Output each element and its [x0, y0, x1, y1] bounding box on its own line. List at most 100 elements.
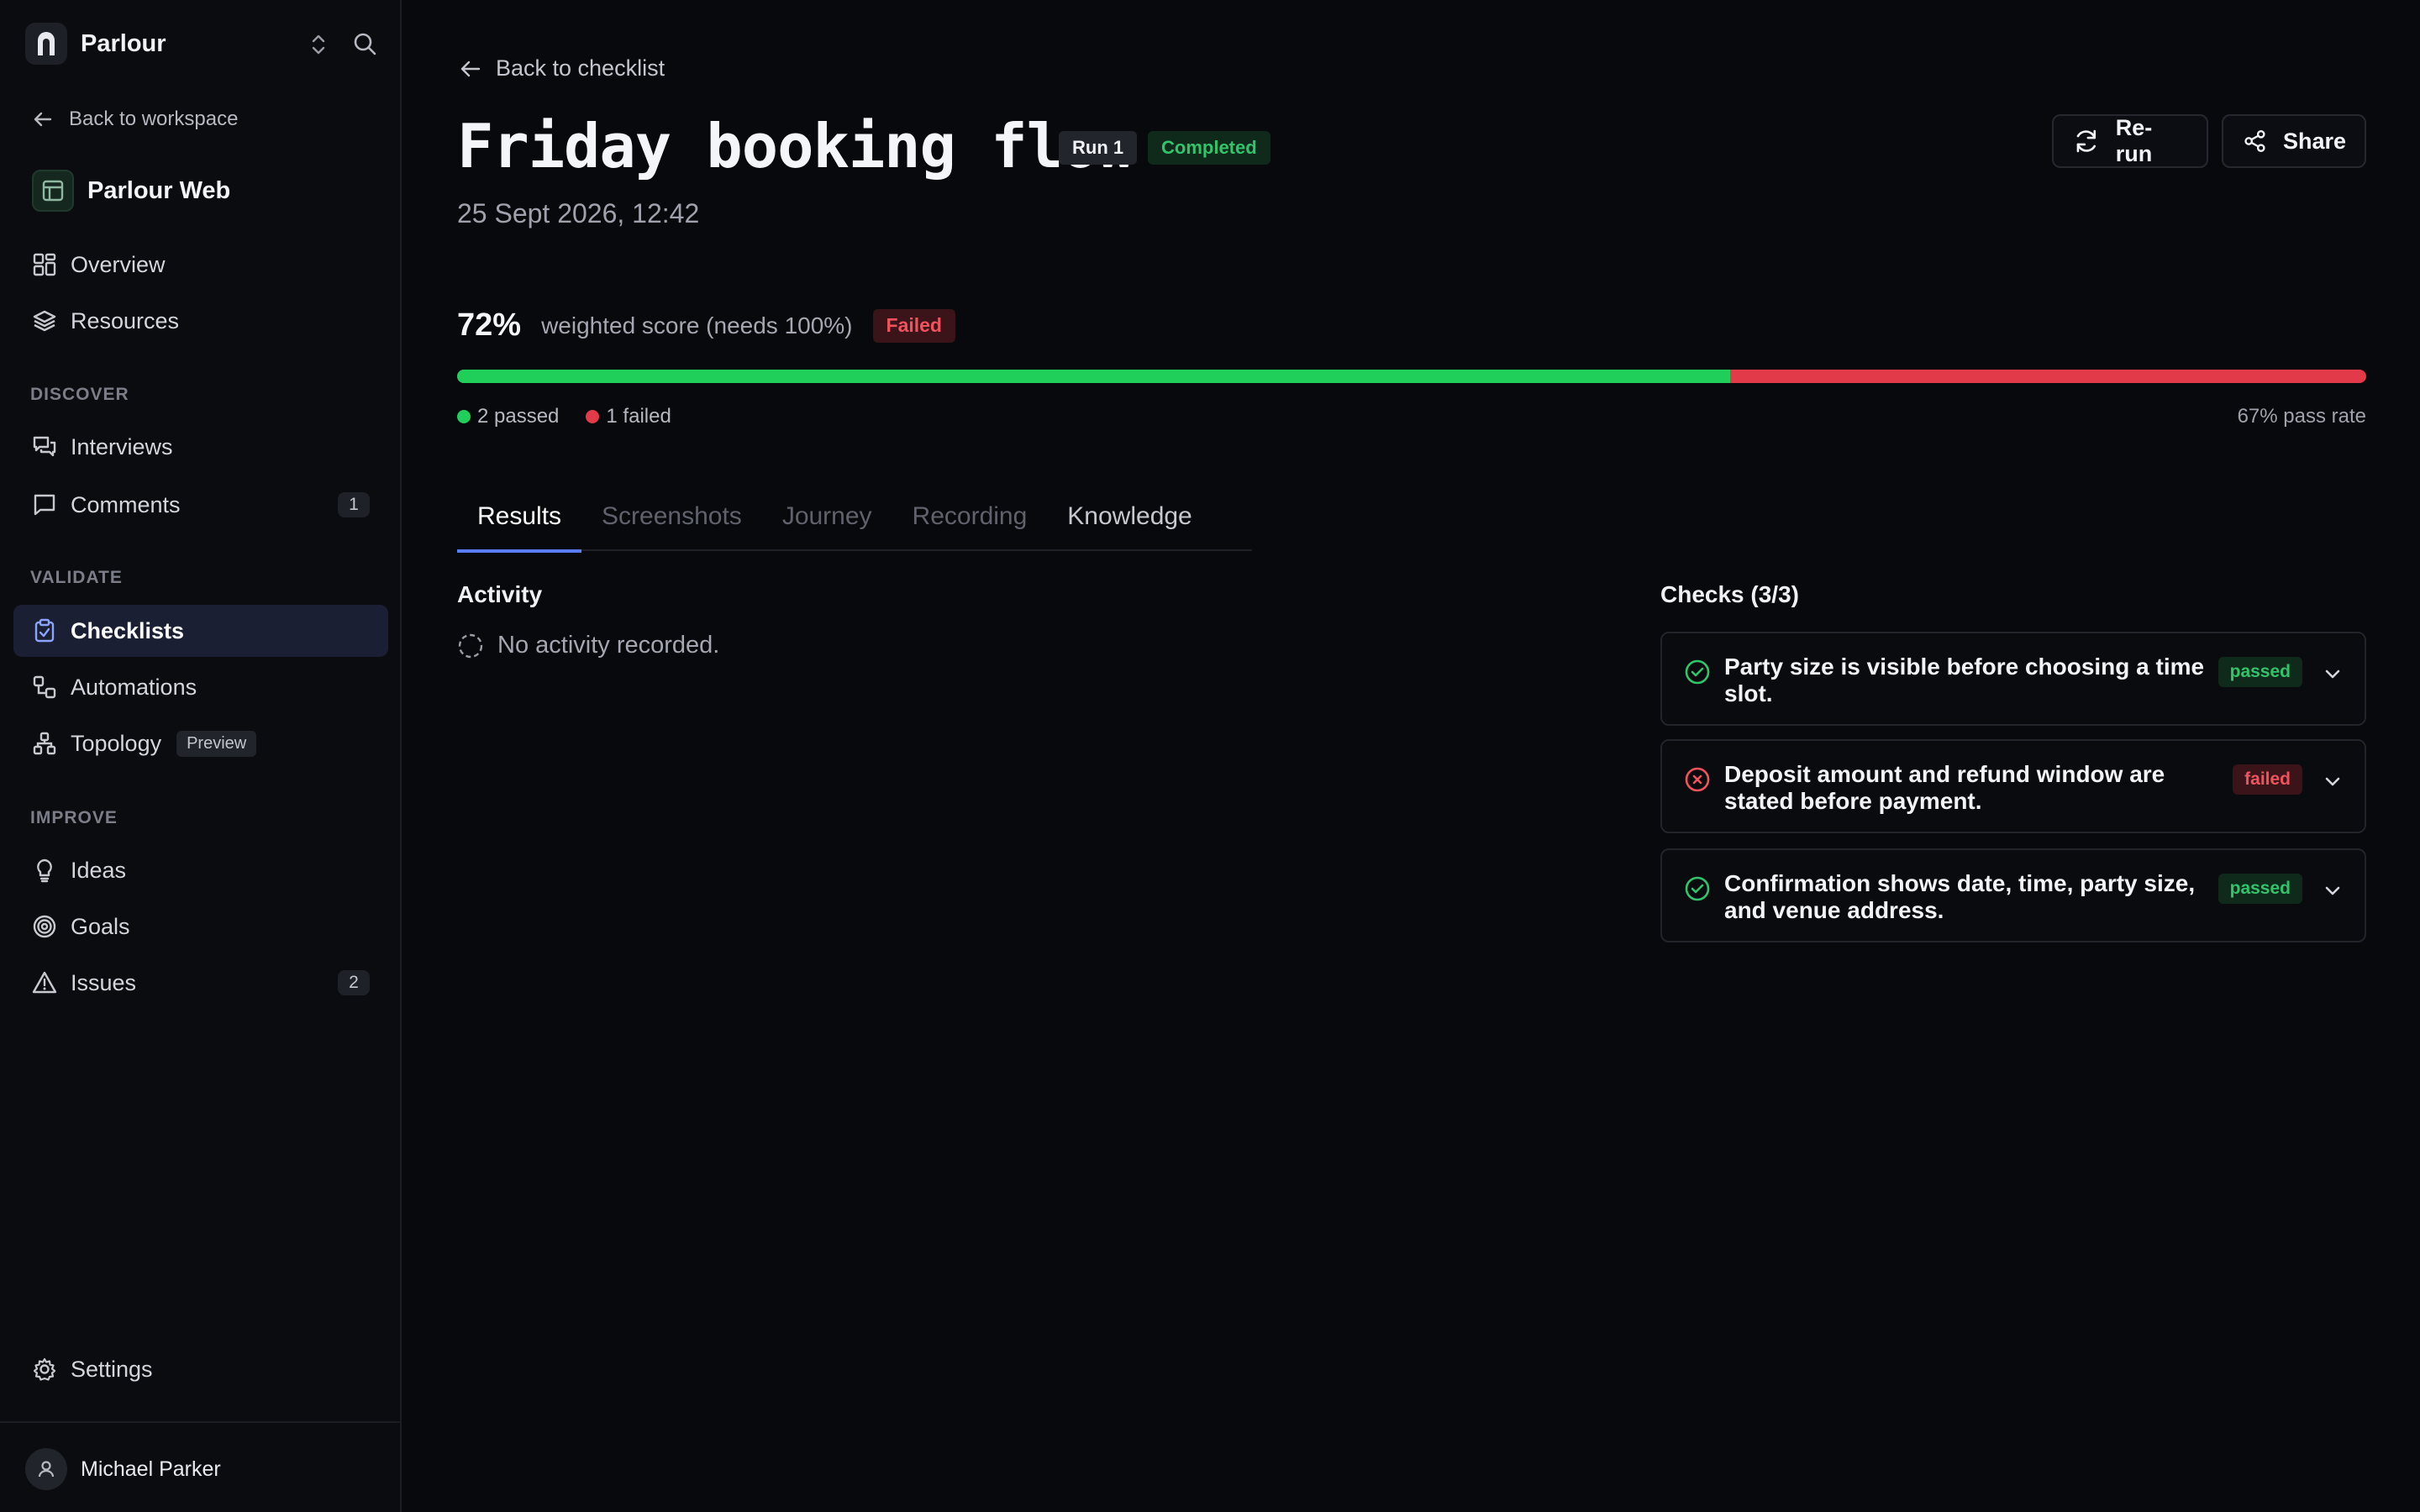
sidebar-item-interviews[interactable]: Interviews — [13, 421, 388, 473]
project-icon — [32, 170, 74, 212]
sidebar-item-resources[interactable]: Resources — [13, 295, 388, 347]
arrow-left-icon — [460, 60, 481, 76]
sidebar-item-label: Ideas — [71, 857, 127, 883]
score-status-badge: Failed — [872, 308, 955, 343]
failed-count: 1 failed — [606, 405, 671, 428]
result-tabs: Results Screenshots Journey Recording Kn… — [457, 492, 1252, 553]
score-description: weighted score (needs 100%) — [541, 312, 853, 339]
sidebar-item-topology[interactable]: Topology Preview — [13, 717, 388, 769]
rerun-button[interactable]: Re-run — [2052, 114, 2208, 168]
chevron-down-icon[interactable] — [2323, 880, 2343, 900]
rerun-label: Re-run — [2115, 115, 2153, 166]
topology-icon — [30, 729, 59, 758]
activity-empty-state: No activity recorded. — [457, 632, 719, 659]
check-text: Party size is visible before choosing a … — [1724, 654, 2205, 706]
issues-count-badge: 2 — [338, 970, 370, 995]
lightbulb-icon — [30, 856, 59, 885]
sidebar-item-label: Settings — [71, 1356, 153, 1382]
refresh-icon — [2076, 129, 2096, 153]
tab-recording[interactable]: Recording — [892, 492, 1048, 551]
back-to-checklist-link[interactable]: Back to checklist — [459, 55, 665, 81]
app-name: Parlour — [81, 29, 166, 57]
divider — [0, 1421, 402, 1423]
sidebar-item-label: Resources — [71, 307, 180, 333]
sidebar-item-label: Checklists — [71, 617, 185, 643]
passed-dot-icon — [457, 410, 471, 423]
chevron-up-down-icon[interactable] — [308, 32, 329, 57]
check-item[interactable]: Deposit amount and refund window are sta… — [1660, 739, 2366, 833]
target-icon — [30, 912, 59, 941]
search-icon[interactable] — [351, 30, 378, 57]
section-label-validate: VALIDATE — [30, 568, 123, 587]
x-circle-icon — [1684, 766, 1711, 793]
activity-empty-text: No activity recorded. — [497, 632, 720, 659]
user-menu[interactable]: Michael Parker — [25, 1448, 221, 1490]
failed-dot-icon — [586, 410, 600, 423]
comment-icon — [30, 491, 59, 519]
check-circle-icon — [1684, 659, 1711, 685]
share-button[interactable]: Share — [2222, 114, 2366, 168]
dashed-circle-icon — [458, 633, 483, 658]
progress-passed-fill — [457, 370, 1731, 383]
sidebar-item-overview[interactable]: Overview — [13, 239, 388, 291]
app-logo-icon — [25, 23, 67, 65]
sidebar-item-ideas[interactable]: Ideas — [13, 844, 388, 896]
project-name: Parlour Web — [87, 176, 231, 204]
checks-heading: Checks (3/3) — [1660, 581, 1799, 607]
tab-results[interactable]: Results — [457, 492, 582, 553]
check-item[interactable]: Confirmation shows date, time, party siz… — [1660, 848, 2366, 942]
project-header[interactable]: Parlour Web — [32, 170, 230, 212]
back-to-checklist-label: Back to checklist — [496, 55, 666, 81]
progress-legend: 2 passed 1 failed — [457, 405, 671, 428]
passed-count: 2 passed — [477, 405, 560, 428]
chevron-down-icon[interactable] — [2323, 771, 2343, 791]
chevron-down-icon[interactable] — [2323, 664, 2343, 684]
back-to-workspace-label: Back to workspace — [69, 108, 239, 130]
tab-journey[interactable]: Journey — [762, 492, 892, 551]
clipboard-check-icon — [30, 617, 59, 645]
sidebar-item-settings[interactable]: Settings — [13, 1343, 388, 1395]
sidebar-item-comments[interactable]: Comments 1 — [13, 479, 388, 531]
section-label-discover: DISCOVER — [30, 385, 129, 404]
score-summary: 72% weighted score (needs 100%) Failed — [457, 307, 955, 344]
comments-count-badge: 1 — [338, 492, 370, 517]
activity-heading: Activity — [457, 581, 543, 607]
check-text: Deposit amount and refund window are sta… — [1724, 761, 2165, 814]
sidebar-item-label: Automations — [71, 674, 197, 700]
gear-icon — [30, 1355, 59, 1383]
avatar — [25, 1448, 67, 1490]
workspace-switcher[interactable]: Parlour — [25, 23, 378, 65]
status-badge: Completed — [1148, 131, 1270, 165]
tab-knowledge[interactable]: Knowledge — [1047, 492, 1212, 551]
share-icon — [2244, 129, 2265, 153]
automation-icon — [30, 673, 59, 701]
score-percent: 72% — [457, 307, 522, 343]
sidebar-item-automations[interactable]: Automations — [13, 661, 388, 713]
pass-fail-progress-bar — [457, 370, 2366, 383]
check-text: Confirmation shows date, time, party siz… — [1724, 870, 2196, 923]
warning-icon — [30, 969, 59, 997]
chat-icon — [30, 433, 59, 461]
check-result-badge: passed — [2217, 874, 2302, 904]
grid-icon — [30, 250, 59, 279]
check-item[interactable]: Party size is visible before choosing a … — [1660, 632, 2366, 726]
back-to-workspace-link[interactable]: Back to workspace — [32, 108, 238, 131]
preview-badge: Preview — [176, 730, 257, 757]
pass-rate: 67% pass rate — [2237, 405, 2366, 428]
sidebar-item-goals[interactable]: Goals — [13, 900, 388, 953]
sidebar-item-label: Issues — [71, 969, 137, 995]
check-result-badge: passed — [2217, 657, 2302, 687]
sidebar-item-issues[interactable]: Issues 2 — [13, 957, 388, 1009]
sidebar: Parlour Back to workspace Parlour Web Ov… — [0, 0, 402, 1512]
page-title: Friday booking flow — [457, 111, 1134, 181]
arrow-left-icon — [34, 112, 52, 127]
user-icon — [38, 1461, 55, 1478]
sidebar-item-label: Overview — [71, 251, 166, 277]
sidebar-item-label: Comments — [71, 491, 181, 517]
tab-screenshots[interactable]: Screenshots — [581, 492, 762, 551]
run-badge: Run 1 — [1059, 131, 1138, 165]
sidebar-item-label: Interviews — [71, 433, 173, 459]
sidebar-item-checklists[interactable]: Checklists — [13, 605, 388, 657]
sidebar-item-label: Goals — [71, 913, 130, 939]
sidebar-item-label: Topology — [71, 730, 162, 756]
